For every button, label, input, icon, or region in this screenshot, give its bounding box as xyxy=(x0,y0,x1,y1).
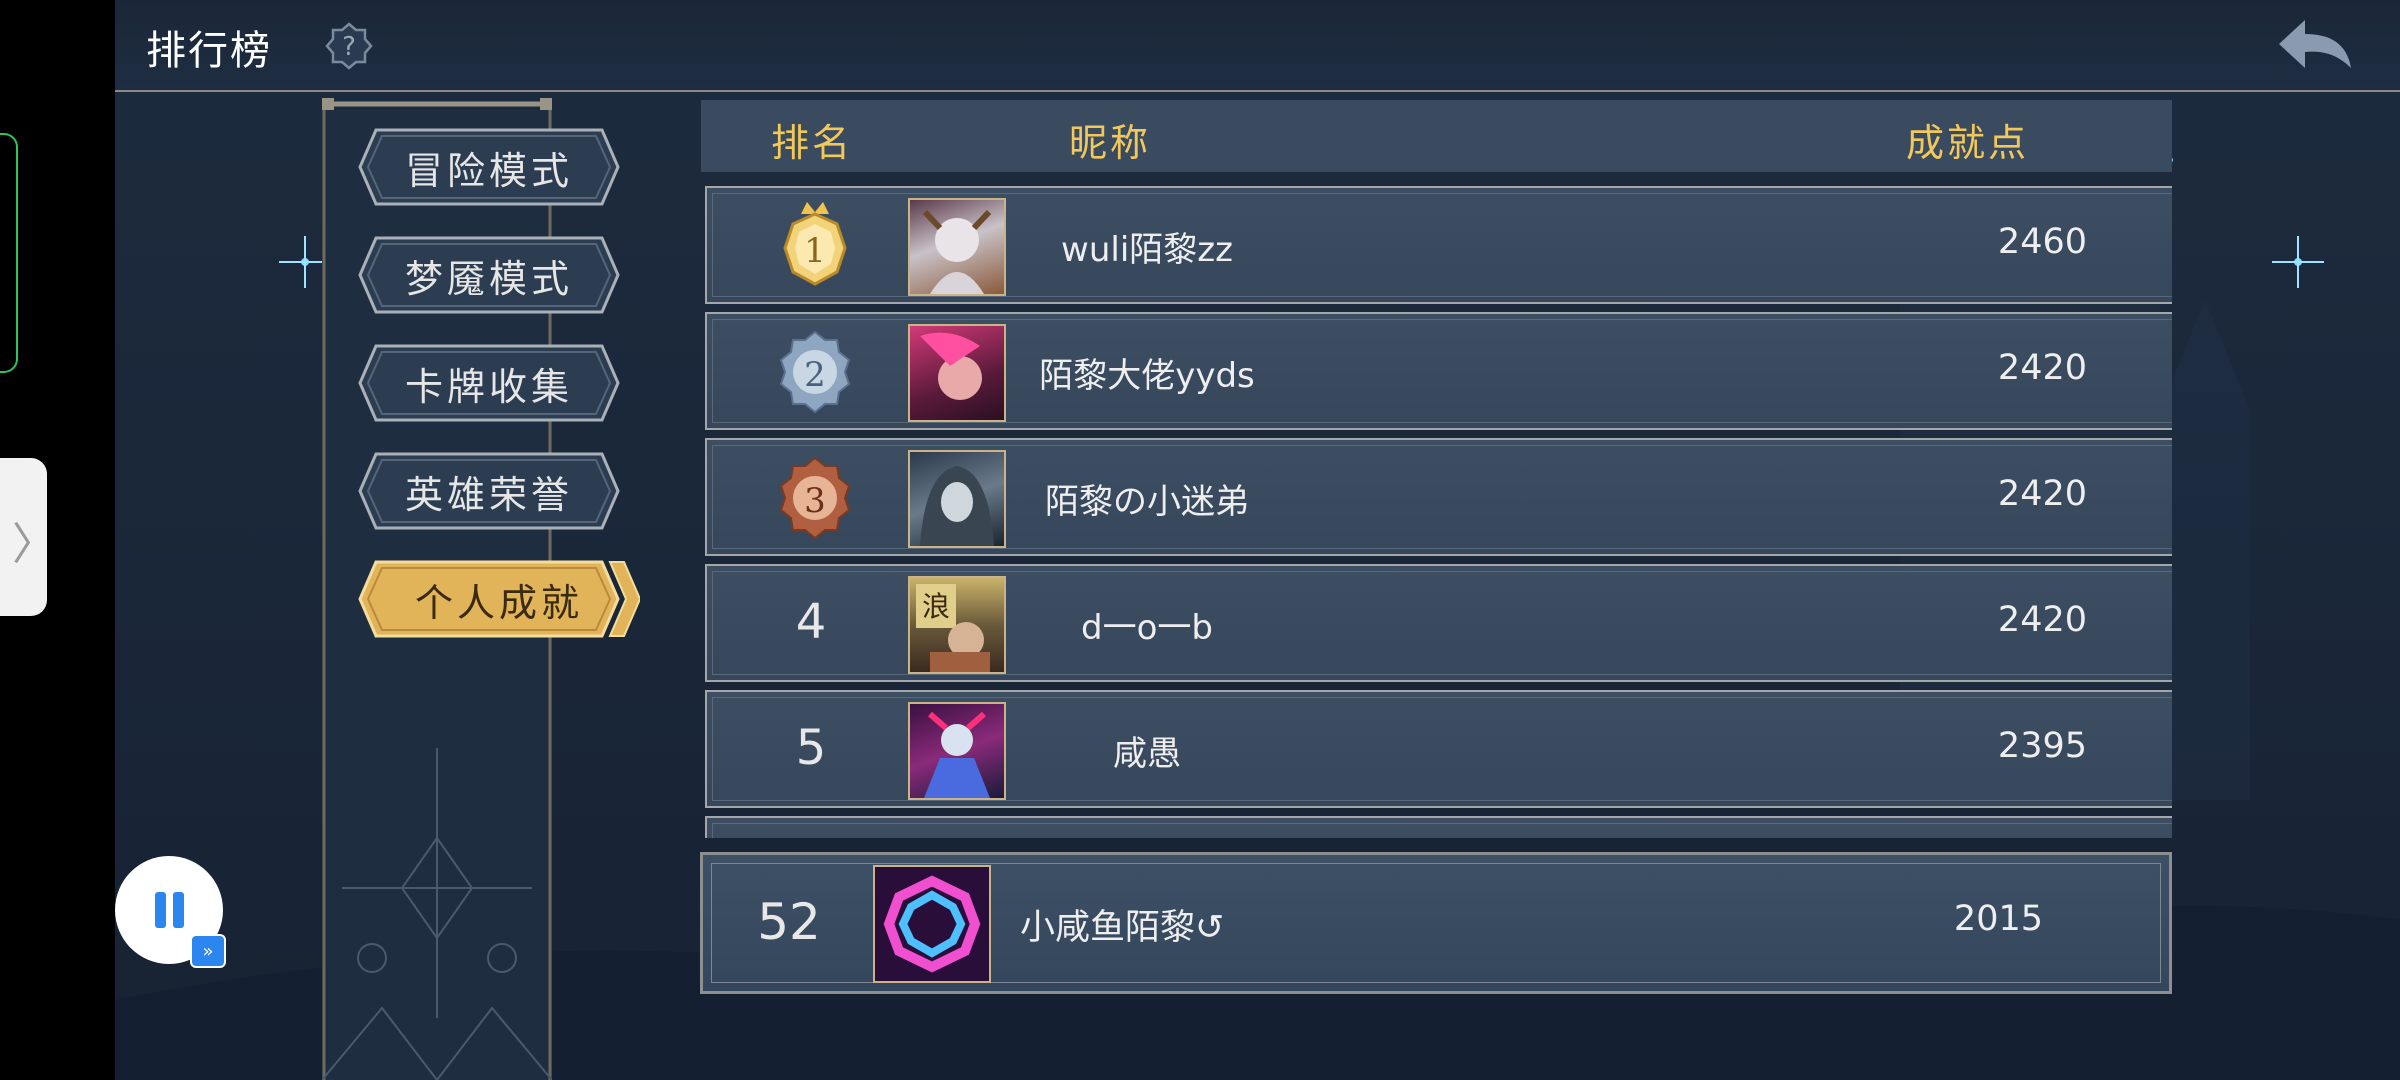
table-row[interactable]: 2 陌黎大佬yyds 2420 xyxy=(705,312,2172,430)
achievement-points: 2420 xyxy=(1997,600,2087,640)
tab-adventure-mode[interactable]: 冒险模式 xyxy=(358,128,620,206)
avatar[interactable] xyxy=(908,702,1006,800)
my-nickname: 小咸鱼陌黎↺ xyxy=(1020,908,1225,948)
system-edge-strip: 〉 xyxy=(0,0,115,1080)
avatar[interactable] xyxy=(908,450,1006,548)
question-mark-icon[interactable]: ? xyxy=(325,22,373,70)
my-rank-row[interactable]: 52 小咸鱼陌黎↺ 2015 xyxy=(700,852,2172,994)
tab-label: 英雄荣誉 xyxy=(404,472,573,517)
rank-number: 2 xyxy=(804,355,826,395)
player-nickname: wuli陌黎zz xyxy=(1061,230,1233,270)
tab-card-collection[interactable]: 卡牌收集 xyxy=(358,344,620,422)
player-nickname: 陌黎の小迷弟 xyxy=(1045,482,1249,522)
achievement-points: 2395 xyxy=(1997,726,2087,766)
avatar[interactable] xyxy=(908,198,1006,296)
tab-label: 个人成就 xyxy=(414,580,583,625)
column-header-rank: 排名 xyxy=(771,121,854,165)
tab-label: 冒险模式 xyxy=(404,148,573,193)
pause-icon xyxy=(155,892,166,928)
avatar-icon xyxy=(875,867,989,981)
rank-number: 3 xyxy=(804,481,826,521)
chevron-right-icon: 〉 xyxy=(12,519,56,570)
player-nickname: d一o一b xyxy=(1081,608,1213,648)
my-rank-number: 52 xyxy=(757,893,821,951)
silver-medal-icon: 2 xyxy=(779,330,851,414)
rank-number: 4 xyxy=(795,594,827,650)
achievement-points: 2420 xyxy=(1997,348,2087,388)
column-header-points: 成就点 xyxy=(1906,121,2030,165)
player-nickname: 咸愚 xyxy=(1113,734,1181,774)
rank-number: 1 xyxy=(804,231,826,271)
achievement-points: 2460 xyxy=(1997,222,2087,262)
gold-medal-icon: 1 xyxy=(783,202,847,286)
table-row[interactable]: 5 咸愚 2395 xyxy=(705,690,2172,808)
table-row-partial[interactable] xyxy=(705,816,2172,838)
pause-icon-bar xyxy=(173,892,184,928)
tab-nightmare-mode[interactable]: 梦魇模式 xyxy=(358,236,620,314)
tab-label: 梦魇模式 xyxy=(404,256,573,301)
table-row[interactable]: 1 wuli陌黎zz 2460 xyxy=(705,186,2172,304)
tab-label: 卡牌收集 xyxy=(404,364,573,409)
fast-forward-icon[interactable]: » xyxy=(190,934,226,968)
ranking-list[interactable]: 1 wuli陌黎zz 2460 2 陌黎大佬yyds 2420 3 陌黎の小迷弟… xyxy=(705,186,2172,838)
tab-personal-achievement[interactable]: 个人成就 xyxy=(358,560,640,638)
player-nickname: 陌黎大佬yyds xyxy=(1039,356,1255,396)
header-bar: 排行榜 ? xyxy=(115,0,2400,92)
table-header: 排名 昵称 成就点 xyxy=(701,100,2172,172)
rank-number: 5 xyxy=(795,720,827,776)
table-row[interactable]: 3 陌黎の小迷弟 2420 xyxy=(705,438,2172,556)
side-panel-handle[interactable]: 〉 xyxy=(0,458,56,616)
page-title: 排行榜 xyxy=(146,28,272,74)
my-avatar[interactable] xyxy=(873,865,991,983)
column-header-nickname: 昵称 xyxy=(1069,121,1152,165)
svg-text:浪: 浪 xyxy=(922,590,950,623)
leaderboard-screen: 排行榜 ? 冒险模式 梦魇模式 卡牌收集 英雄荣誉 个人成就 排名 昵称 成就点… xyxy=(115,0,2400,1080)
avatar[interactable]: 浪 xyxy=(908,576,1006,674)
back-arrow-icon[interactable] xyxy=(2275,14,2355,74)
svg-text:?: ? xyxy=(342,32,356,62)
row-frame xyxy=(712,823,2172,838)
achievement-points: 2420 xyxy=(1997,474,2087,514)
tab-hero-honor[interactable]: 英雄荣誉 xyxy=(358,452,620,530)
bronze-medal-icon: 3 xyxy=(779,456,851,540)
edge-indicator xyxy=(0,133,18,373)
avatar[interactable] xyxy=(908,324,1006,422)
my-achievement-points: 2015 xyxy=(1953,899,2043,939)
table-row[interactable]: 4 浪 d一o一b 2420 xyxy=(705,564,2172,682)
